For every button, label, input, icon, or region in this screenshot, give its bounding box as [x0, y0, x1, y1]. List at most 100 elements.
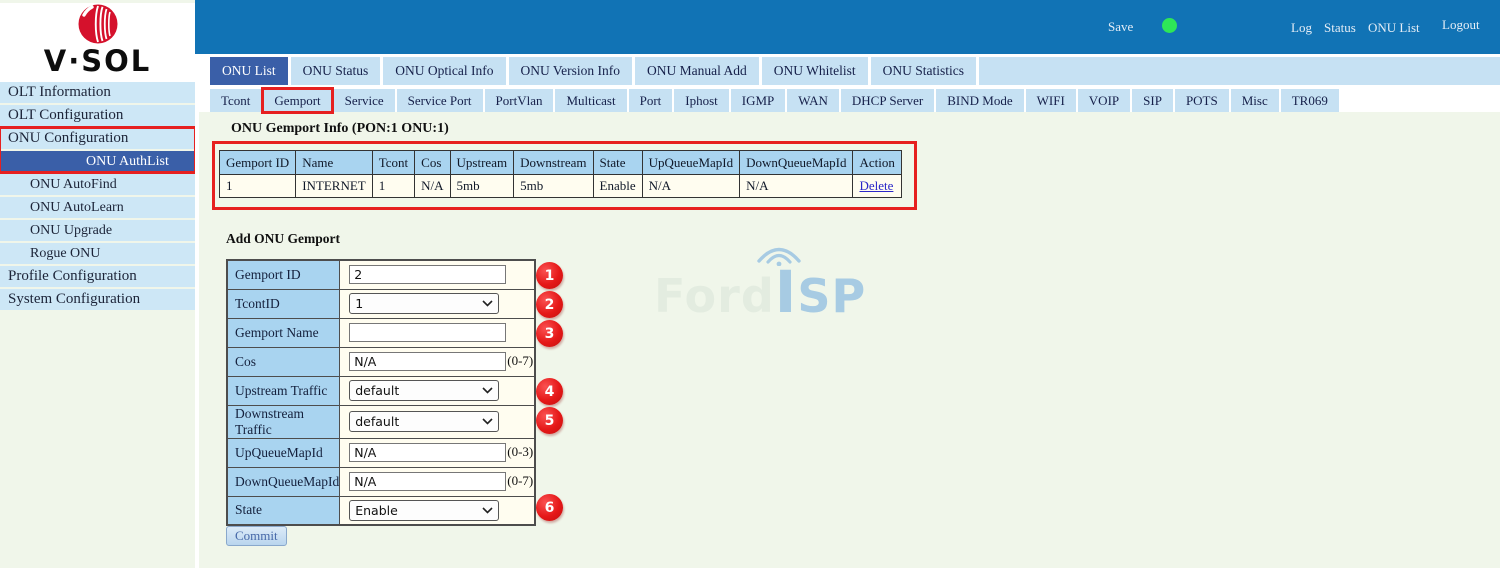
form-row-gemport-name: Gemport Name [227, 318, 535, 347]
tab-onu-status[interactable]: ONU Status [291, 57, 381, 85]
tab-misc[interactable]: Misc [1231, 89, 1279, 112]
state-select[interactable]: Enable [349, 500, 499, 521]
tab-sip[interactable]: SIP [1132, 89, 1173, 112]
downqueuemapid-input[interactable] [349, 472, 506, 491]
form-row-downqueuemapid: DownQueueMapId (0-7) [227, 467, 535, 496]
tab-wifi[interactable]: WIFI [1026, 89, 1076, 112]
downqueuemapid-range-hint: (0-7) [507, 473, 533, 488]
content: ONU Gemport Info (PON:1 ONU:1) Gemport I… [195, 112, 1500, 568]
col-cos: Cos [415, 151, 450, 175]
sidebar-item-onu-autofind[interactable]: ONU AutoFind [0, 174, 195, 195]
watermark: FordISP [654, 242, 914, 334]
tab-onu-optical-info[interactable]: ONU Optical Info [383, 57, 505, 85]
cell-action: Delete [853, 175, 901, 198]
annotation-box-onu-configuration: ONU Configuration ONU AuthList [0, 128, 195, 172]
cell-cos: N/A [415, 175, 450, 198]
tab-dhcp-server[interactable]: DHCP Server [841, 89, 934, 112]
tab-service-port[interactable]: Service Port [397, 89, 483, 112]
sidebar-item-system-configuration[interactable]: System Configuration [0, 289, 195, 310]
col-action: Action [853, 151, 901, 175]
tab-wan[interactable]: WAN [787, 89, 839, 112]
watermark-text: FordISP [654, 262, 866, 326]
cell-gemport-id: 1 [220, 175, 296, 198]
page-title: ONU Gemport Info (PON:1 ONU:1) [231, 121, 449, 137]
commit-button[interactable]: Commit [226, 526, 287, 546]
tab-onu-manual-add[interactable]: ONU Manual Add [635, 57, 759, 85]
tab-igmp[interactable]: IGMP [731, 89, 786, 112]
form-row-upstream-traffic: Upstream Traffic default [227, 376, 535, 405]
upqueuemapid-input[interactable] [349, 443, 506, 462]
tab-tr069[interactable]: TR069 [1281, 89, 1339, 112]
tab-onu-whitelist[interactable]: ONU Whitelist [762, 57, 868, 85]
col-name: Name [296, 151, 373, 175]
tab-bind-mode[interactable]: BIND Mode [936, 89, 1023, 112]
tab-portvlan[interactable]: PortVlan [485, 89, 554, 112]
form-row-state: State Enable [227, 496, 535, 525]
annotation-badge-2: 2 [536, 291, 563, 318]
cell-upqueuemapid: N/A [642, 175, 739, 198]
tcontid-select[interactable]: 1 [349, 293, 499, 314]
tab-service[interactable]: Service [334, 89, 395, 112]
tab-voip[interactable]: VOIP [1078, 89, 1130, 112]
tab-gemport[interactable]: Gemport [263, 89, 331, 112]
annotation-badge-1: 1 [536, 262, 563, 289]
sidebar: V·SOL OLT Information OLT Configuration … [0, 0, 195, 568]
onu-list-link[interactable]: ONU List [1368, 20, 1420, 36]
tab-onu-statistics[interactable]: ONU Statistics [871, 57, 976, 85]
form-row-cos: Cos (0-7) [227, 347, 535, 376]
cell-tcont: 1 [372, 175, 414, 198]
log-link[interactable]: Log [1291, 20, 1312, 36]
tab-multicast[interactable]: Multicast [555, 89, 626, 112]
watermark-ford: Ford [654, 269, 775, 323]
sidebar-item-onu-authlist[interactable]: ONU AuthList [0, 151, 195, 172]
page: V·SOL OLT Information OLT Configuration … [0, 0, 1500, 568]
save-button[interactable]: Save [1108, 19, 1133, 35]
col-downstream: Downstream [514, 151, 593, 175]
sidebar-item-profile-configuration[interactable]: Profile Configuration [0, 266, 195, 287]
wifi-icon [750, 242, 808, 266]
chevron-down-icon [482, 418, 493, 425]
tab-row-filler [979, 57, 1500, 85]
col-downqueuemapid: DownQueueMapId [740, 151, 853, 175]
gemport-id-input[interactable] [349, 265, 506, 284]
table-row: 1 INTERNET 1 N/A 5mb 5mb Enable N/A N/A … [220, 175, 902, 198]
col-tcont: Tcont [372, 151, 414, 175]
col-state: State [593, 151, 642, 175]
table-header-row: Gemport ID Name Tcont Cos Upstream Downs… [220, 151, 902, 175]
tab-pots[interactable]: POTS [1175, 89, 1229, 112]
sidebar-item-rogue-onu[interactable]: Rogue ONU [0, 243, 195, 264]
tab-onu-list[interactable]: ONU List [210, 57, 288, 85]
upstream-traffic-select-value: default [355, 383, 399, 398]
sidebar-item-onu-configuration[interactable]: ONU Configuration [0, 128, 195, 149]
tab-onu-version-info[interactable]: ONU Version Info [509, 57, 633, 85]
sidebar-item-onu-autolearn[interactable]: ONU AutoLearn [0, 197, 195, 218]
state-select-value: Enable [355, 503, 398, 518]
chevron-down-icon [482, 507, 493, 514]
cell-downstream: 5mb [514, 175, 593, 198]
tab-iphost[interactable]: Iphost [674, 89, 729, 112]
sidebar-item-olt-information[interactable]: OLT Information [0, 82, 195, 103]
sidebar-item-olt-configuration[interactable]: OLT Configuration [0, 105, 195, 126]
status-link[interactable]: Status [1324, 20, 1356, 36]
cos-range-hint: (0-7) [507, 353, 533, 368]
main-area: Save Log Status ONU List Logout ONU List… [195, 0, 1500, 568]
cos-input[interactable] [349, 352, 506, 371]
upstream-traffic-label: Upstream Traffic [227, 376, 340, 405]
gemport-name-input[interactable] [349, 323, 506, 342]
downstream-traffic-select[interactable]: default [349, 411, 499, 432]
downstream-traffic-select-value: default [355, 414, 399, 429]
tab-tcont[interactable]: Tcont [210, 89, 261, 112]
form-row-tcontid: TcontID 1 [227, 289, 535, 318]
logout-button[interactable]: Logout [1442, 17, 1480, 33]
tab-port[interactable]: Port [629, 89, 673, 112]
annotation-badge-3: 3 [536, 320, 563, 347]
state-label: State [227, 496, 340, 525]
delete-link[interactable]: Delete [859, 178, 893, 193]
col-gemport-id: Gemport ID [220, 151, 296, 175]
annotation-badge-6: 6 [536, 494, 563, 521]
upqueuemapid-range-hint: (0-3) [507, 444, 533, 459]
cell-state: Enable [593, 175, 642, 198]
upstream-traffic-select[interactable]: default [349, 380, 499, 401]
sidebar-item-onu-upgrade[interactable]: ONU Upgrade [0, 220, 195, 241]
brand-name: V·SOL [0, 46, 195, 76]
